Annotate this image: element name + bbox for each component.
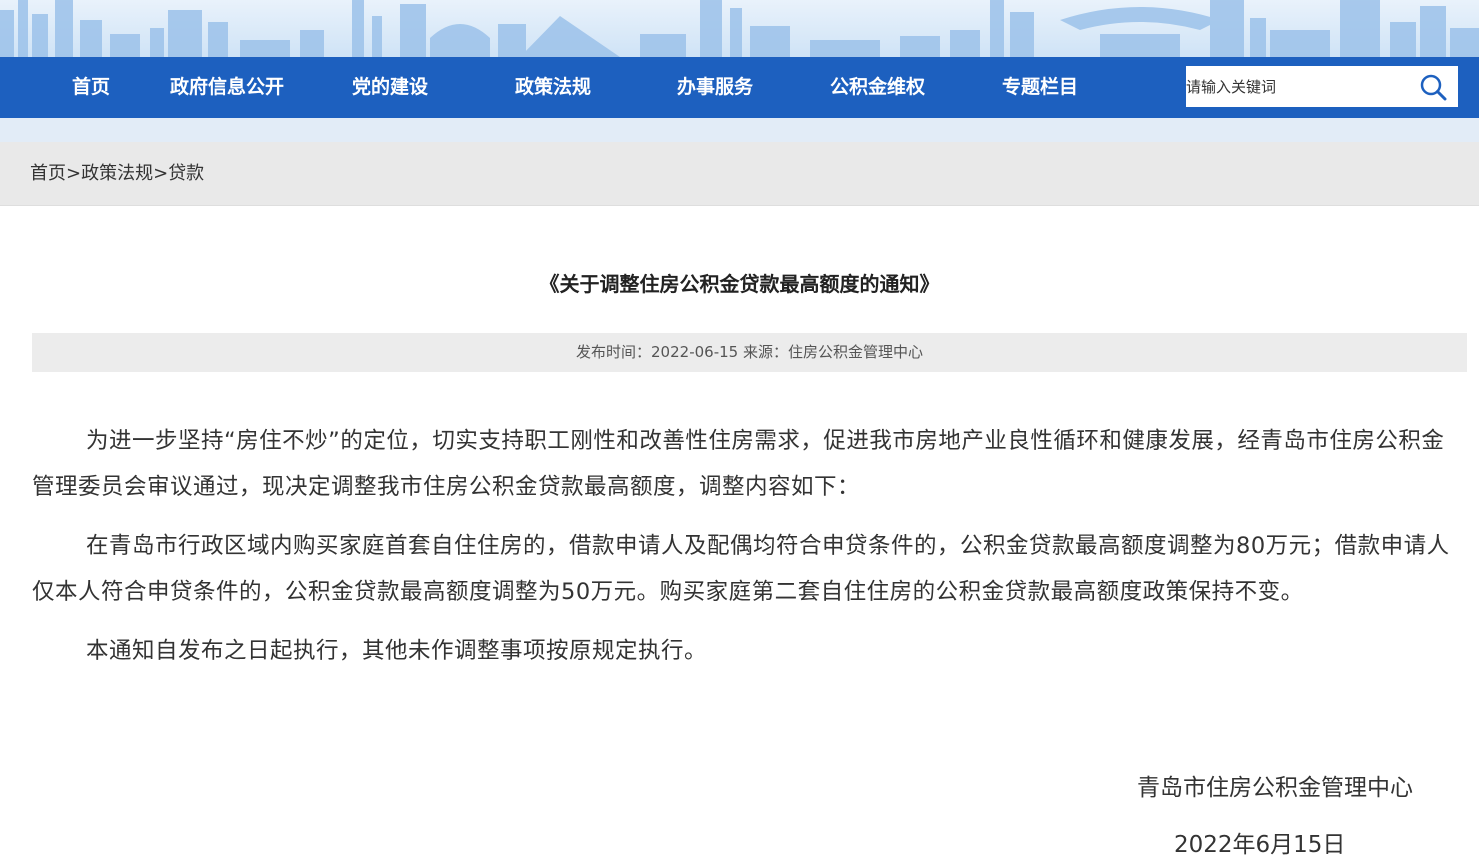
breadcrumb-separator: > [153, 163, 169, 184]
article-body: 为进一步坚持“房住不炒”的定位，切实支持职工刚性和改善性住房需求，促进我市房地产… [32, 418, 1456, 687]
article-signature: 青岛市住房公积金管理中心 [1137, 775, 1413, 801]
article-paragraph: 本通知自发布之日起执行，其他未作调整事项按原规定执行。 [86, 638, 708, 664]
article-paragraph: 在青岛市行政区域内购买家庭首套自住住房的，借款申请人及配偶均符合申贷条件的，公积… [32, 533, 1450, 605]
nav-item-special-topics[interactable]: 专题栏目 [1002, 57, 1078, 118]
breadcrumb-section[interactable]: 政策法规 [81, 163, 153, 184]
breadcrumb-separator: > [66, 163, 82, 184]
breadcrumb-bar: 首页>政策法规>贷款 [0, 142, 1479, 206]
nav-item-government-info[interactable]: 政府信息公开 [170, 57, 284, 118]
header-banner [0, 0, 1479, 57]
nav-item-home[interactable]: 首页 [72, 57, 110, 118]
breadcrumb-current[interactable]: 贷款 [168, 163, 204, 184]
breadcrumb-home[interactable]: 首页 [30, 163, 66, 184]
article-date: 2022年6月15日 [1174, 832, 1346, 858]
breadcrumb: 首页>政策法规>贷款 [30, 142, 204, 205]
article-title: 《关于调整住房公积金贷款最高额度的通知》 [539, 272, 940, 296]
nav-item-services[interactable]: 办事服务 [677, 57, 753, 118]
article-paragraph: 为进一步坚持“房住不炒”的定位，切实支持职工刚性和改善性住房需求，促进我市房地产… [32, 428, 1445, 500]
nav-divider-strip [0, 118, 1479, 142]
magnifier-icon [1420, 74, 1447, 101]
article-meta: 发布时间：2022-06-15 来源：住房公积金管理中心 [32, 333, 1467, 372]
nav-item-policies[interactable]: 政策法规 [515, 57, 591, 118]
search-input[interactable] [1186, 66, 1406, 107]
city-skyline-illustration [0, 0, 1479, 57]
nav-item-party-building[interactable]: 党的建设 [352, 57, 428, 118]
search-button[interactable] [1418, 73, 1448, 101]
nav-item-rights[interactable]: 公积金维权 [830, 57, 925, 118]
